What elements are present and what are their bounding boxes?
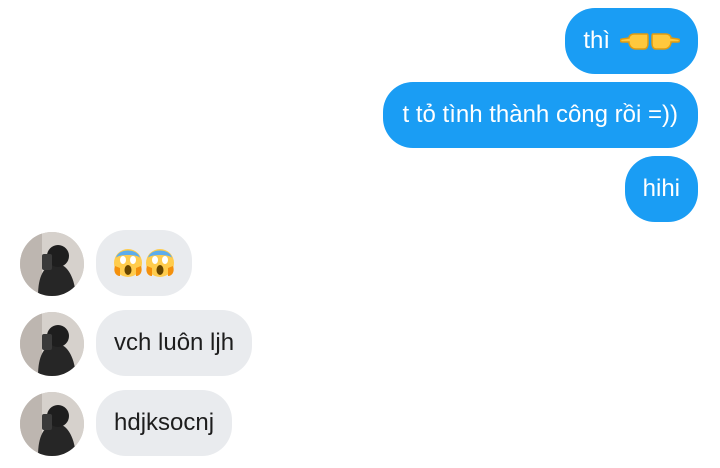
message-bubble-received[interactable] xyxy=(96,230,192,296)
message-bubble-received[interactable]: vch luôn ljh xyxy=(96,310,253,376)
message-bubble-sent[interactable]: hihi xyxy=(624,156,698,222)
message-text: t tỏ tình thành công rồi =)) xyxy=(402,101,679,128)
message-text: vch luôn ljh xyxy=(114,329,235,356)
message-bubble-received[interactable]: hdjksocnj xyxy=(96,390,233,456)
message-bubble-sent[interactable]: thì xyxy=(565,8,698,74)
user-avatar[interactable] xyxy=(20,232,84,296)
message-bubble-sent[interactable]: t tỏ tình thành công rồi =)) xyxy=(382,82,698,148)
user-avatar[interactable] xyxy=(20,312,84,376)
screaming-face-emoji-icon xyxy=(112,246,176,280)
message-text: hdjksocnj xyxy=(114,409,215,436)
message-text: hihi xyxy=(642,175,680,202)
message-text: thì xyxy=(583,27,610,54)
pointing-hands-emoji-icon xyxy=(620,26,680,56)
user-avatar[interactable] xyxy=(20,392,84,456)
